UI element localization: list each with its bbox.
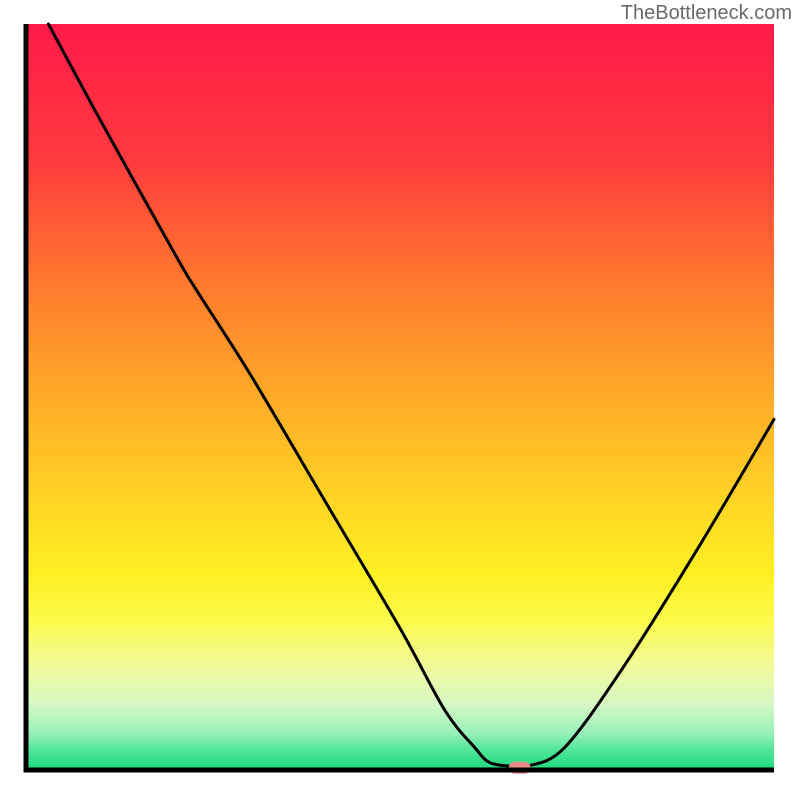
- bottleneck-chart: [0, 0, 800, 800]
- watermark-text: TheBottleneck.com: [621, 2, 792, 25]
- chart-background-gradient: [26, 24, 774, 770]
- chart-svg: [0, 0, 800, 800]
